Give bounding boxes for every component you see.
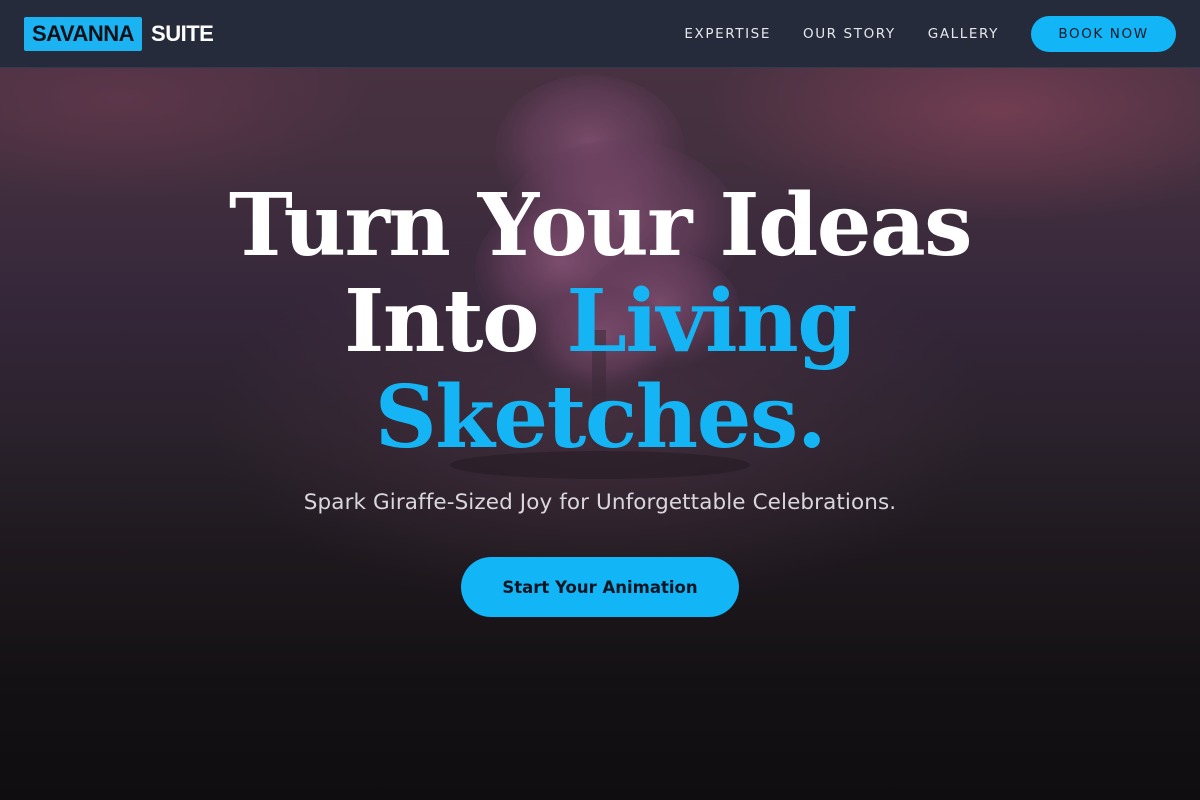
nav-link-gallery[interactable]: GALLERY <box>928 26 999 42</box>
nav-links: EXPERTISE OUR STORY GALLERY BOOK NOW <box>684 15 1176 52</box>
headline-line-2-accent: Living <box>566 271 857 372</box>
nav-link-expertise[interactable]: EXPERTISE <box>684 26 771 42</box>
headline-line-2-plain: Into <box>344 271 539 372</box>
hero-subtitle: Spark Giraffe-Sized Joy for Unforgettabl… <box>303 490 897 515</box>
headline-line-1: Turn Your Ideas <box>228 175 973 276</box>
logo-box-text: SAVANNA <box>24 16 143 51</box>
start-animation-button[interactable]: Start Your Animation <box>461 557 739 617</box>
top-navbar: SAVANNA SUITE EXPERTISE OUR STORY GALLER… <box>0 0 1200 68</box>
logo-text: SUITE <box>151 20 214 46</box>
hero-section: Turn Your Ideas Into Living Sketches. Sp… <box>0 178 1200 617</box>
hero-headline: Turn Your Ideas Into Living Sketches. <box>0 178 1200 466</box>
brand-logo[interactable]: SAVANNA SUITE <box>24 16 214 51</box>
book-now-button[interactable]: BOOK NOW <box>1031 15 1176 52</box>
nav-link-our-story[interactable]: OUR STORY <box>803 26 896 42</box>
headline-line-3-accent: Sketches. <box>374 367 827 468</box>
